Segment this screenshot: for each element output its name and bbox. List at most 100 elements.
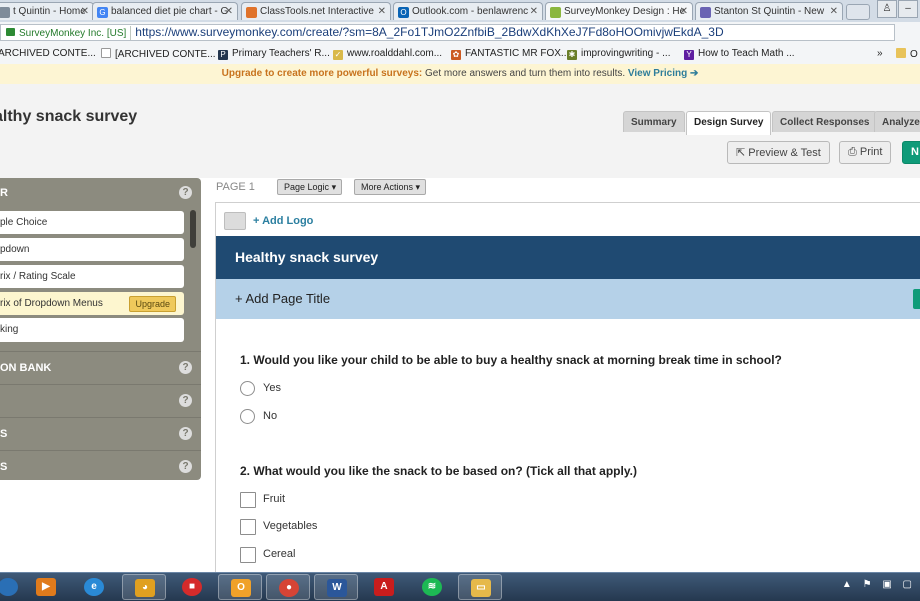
help-icon[interactable]: ? bbox=[179, 460, 192, 473]
checkbox[interactable] bbox=[240, 547, 256, 563]
question-type-matrix-rating[interactable]: rix / Rating Scale bbox=[0, 265, 184, 288]
builder-section-question-bank[interactable]: ON BANK ? bbox=[0, 351, 201, 384]
browser-tab[interactable]: G balanced diet pie chart - G ✕ bbox=[92, 2, 238, 20]
help-icon[interactable]: ? bbox=[179, 361, 192, 374]
builder-scrollbar[interactable] bbox=[190, 210, 196, 248]
taskbar-item[interactable]: ● bbox=[266, 574, 310, 600]
caret-down-icon: ▾ bbox=[331, 182, 337, 192]
bookmarks-overflow-button[interactable]: » bbox=[877, 48, 883, 59]
browser-tab-active[interactable]: SurveyMonkey Design : He ✕ bbox=[545, 2, 693, 20]
bookmark-item[interactable]: [ARCHIVED CONTE... bbox=[101, 48, 216, 60]
external-link-icon: ⇱ bbox=[736, 147, 749, 159]
tab-design-survey[interactable]: Design Survey bbox=[686, 111, 772, 135]
survey-title-bar[interactable]: Healthy snack survey bbox=[216, 236, 920, 279]
help-icon[interactable]: ? bbox=[179, 186, 192, 199]
builder-section[interactable]: S ? bbox=[0, 417, 201, 450]
ev-certificate-badge[interactable]: SurveyMonkey Inc. [US] bbox=[1, 26, 132, 40]
taskbar-item[interactable]: ≋ bbox=[410, 574, 454, 600]
close-icon[interactable]: ✕ bbox=[680, 6, 688, 17]
show-hidden-icons-icon[interactable]: ▲ bbox=[842, 579, 852, 590]
preview-test-button[interactable]: ⇱ Preview & Test bbox=[727, 141, 830, 164]
print-button[interactable]: ⎙ Print bbox=[839, 141, 892, 164]
new-tab-button[interactable] bbox=[846, 4, 870, 20]
upgrade-badge[interactable]: Upgrade bbox=[129, 296, 176, 312]
question-type-label: pdown bbox=[0, 244, 30, 255]
url-field[interactable]: SurveyMonkey Inc. [US] https://www.survey… bbox=[0, 24, 895, 41]
other-bookmarks-button[interactable]: O bbox=[896, 48, 918, 60]
checkbox[interactable] bbox=[240, 492, 256, 508]
tab-collect-responses[interactable]: Collect Responses bbox=[772, 111, 878, 132]
other-bookmarks-label: O bbox=[910, 49, 918, 60]
taskbar-item[interactable]: ◕ bbox=[122, 574, 166, 600]
design-toolbar: ⇱ Preview & Test ⎙ Print N bbox=[0, 136, 920, 178]
taskbar-item[interactable]: A bbox=[362, 574, 406, 600]
lock-icon bbox=[6, 28, 15, 36]
close-icon[interactable]: ✕ bbox=[225, 6, 233, 17]
add-page-title-link[interactable]: + Add Page Title bbox=[235, 291, 330, 306]
action-center-flag-icon[interactable]: ⚑ bbox=[863, 579, 872, 590]
question-type-matrix-dropdown[interactable]: rix of Dropdown Menus Upgrade bbox=[0, 292, 184, 315]
system-tray: ▲ ⚑ ▣ ▢ bbox=[842, 579, 920, 595]
question-type-ranking[interactable]: king bbox=[0, 318, 184, 342]
builder-section-label: ON BANK bbox=[0, 362, 52, 374]
taskbar-item[interactable]: W bbox=[314, 574, 358, 600]
question-2-text[interactable]: 2. What would you like the snack to be b… bbox=[240, 464, 637, 478]
network-icon[interactable]: ▣ bbox=[882, 579, 891, 590]
survey-heading[interactable]: Healthy snack survey bbox=[235, 249, 378, 265]
question-type-dropdown[interactable]: pdown bbox=[0, 238, 184, 261]
teachers-icon: P bbox=[218, 50, 228, 60]
page-title-edit-button[interactable] bbox=[913, 289, 920, 309]
image-icon bbox=[224, 212, 246, 230]
start-orb-icon bbox=[0, 578, 18, 596]
help-icon[interactable]: ? bbox=[179, 394, 192, 407]
minimize-icon[interactable]: – bbox=[898, 0, 918, 18]
close-icon[interactable]: ✕ bbox=[81, 6, 89, 17]
url-text[interactable]: https://www.surveymonkey.com/create/?sm=… bbox=[135, 25, 723, 39]
builder-section[interactable]: S ? bbox=[0, 450, 201, 481]
add-logo-link[interactable]: + Add Logo bbox=[253, 215, 313, 227]
builder-section-header[interactable]: R ? bbox=[0, 178, 201, 208]
next-button[interactable]: N bbox=[902, 141, 920, 164]
yahoo-icon: Y bbox=[684, 50, 694, 60]
taskbar-item[interactable]: ▶ bbox=[24, 574, 68, 600]
checkbox[interactable] bbox=[240, 519, 256, 535]
page-logic-button[interactable]: Page Logic ▾ bbox=[277, 179, 343, 195]
browser-tab[interactable]: Stanton St Quintin - New ✕ bbox=[695, 2, 843, 20]
bookmark-item[interactable]: ✱ improvingwriting - ... bbox=[567, 48, 670, 60]
radio-button[interactable] bbox=[240, 381, 255, 396]
printer-icon: ⎙ bbox=[848, 146, 860, 158]
bookmark-item[interactable]: P Primary Teachers' R... bbox=[218, 48, 330, 60]
builder-section[interactable]: ? bbox=[0, 384, 201, 417]
volume-icon[interactable]: ▢ bbox=[903, 579, 912, 590]
browser-tab[interactable]: ClassTools.net Interactive ✕ bbox=[241, 2, 391, 20]
help-icon[interactable]: ? bbox=[179, 427, 192, 440]
bookmark-label: How to Teach Math ... bbox=[698, 48, 795, 59]
taskbar-item[interactable]: ■ bbox=[170, 574, 214, 600]
tab-title: SurveyMonkey Design : He bbox=[564, 6, 686, 17]
view-pricing-link[interactable]: View Pricing ➔ bbox=[628, 68, 698, 79]
close-icon[interactable]: ✕ bbox=[830, 6, 838, 17]
browser-tab[interactable]: O Outlook.com - benlawrenc ✕ bbox=[393, 2, 543, 20]
taskbar-item[interactable]: e bbox=[72, 574, 116, 600]
tab-analyze[interactable]: Analyze bbox=[874, 111, 920, 132]
close-icon[interactable]: ✕ bbox=[378, 6, 386, 17]
more-actions-button[interactable]: More Actions ▾ bbox=[354, 179, 427, 195]
taskbar-item[interactable]: ▭ bbox=[458, 574, 502, 600]
tab-summary[interactable]: Summary bbox=[623, 111, 685, 132]
close-icon[interactable]: ✕ bbox=[530, 6, 538, 17]
outlook-icon: O bbox=[398, 7, 409, 18]
bookmark-item[interactable]: ✓ www.roalddahl.com... bbox=[333, 48, 442, 60]
bookmark-item[interactable]: ✿ FANTASTIC MR FOX... bbox=[451, 48, 569, 60]
browser-tab[interactable]: t Quintin - Home ✕ bbox=[0, 2, 94, 20]
bookmark-item[interactable]: ARCHIVED CONTE... bbox=[0, 48, 96, 59]
page-title-bar[interactable]: + Add Page Title bbox=[216, 279, 920, 319]
user-icon[interactable]: ♙ bbox=[877, 0, 897, 18]
taskbar-item[interactable]: O bbox=[218, 574, 262, 600]
question-1-text[interactable]: 1. Would you like your child to be able … bbox=[240, 353, 782, 367]
bookmark-item[interactable]: Y How to Teach Math ... bbox=[684, 48, 795, 60]
question-type-label: king bbox=[0, 324, 19, 335]
radio-button[interactable] bbox=[240, 409, 255, 424]
option-label: Fruit bbox=[263, 493, 285, 505]
question-type-multiple-choice[interactable]: ple Choice bbox=[0, 211, 184, 234]
bookmark-label: [ARCHIVED CONTE... bbox=[115, 49, 216, 60]
